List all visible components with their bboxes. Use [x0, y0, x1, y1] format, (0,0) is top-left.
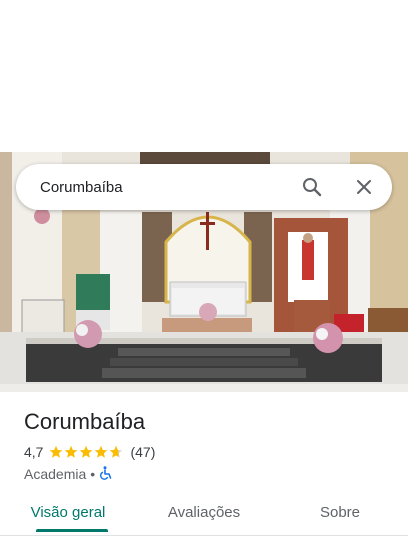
active-tab-indicator — [36, 529, 108, 532]
tab-overview-label: Visão geral — [30, 504, 106, 521]
tab-overview[interactable]: Visão geral — [0, 496, 136, 536]
star-icon — [80, 445, 93, 458]
star-rating — [49, 445, 124, 459]
tab-about-label: Sobre — [319, 504, 361, 521]
map-blank-area — [0, 0, 408, 152]
search-bar[interactable]: Corumbaíba — [16, 164, 392, 210]
star-icon — [110, 445, 123, 458]
star-icon — [50, 445, 63, 458]
place-info: Corumbaíba 4,7 (47) Academia • — [24, 408, 384, 483]
star-icon — [95, 445, 108, 458]
tab-reviews[interactable]: Avaliações — [136, 496, 272, 536]
rating-value: 4,7 — [24, 444, 44, 460]
tab-bar: Visão geral Avaliações Sobre — [0, 496, 408, 536]
star-icon — [65, 445, 78, 458]
rating-row[interactable]: 4,7 (47) — [24, 443, 384, 461]
tab-reviews-label: Avaliações — [167, 504, 241, 521]
place-title: Corumbaíba — [24, 409, 146, 434]
search-icon[interactable] — [300, 175, 324, 199]
review-count[interactable]: (47) — [130, 444, 155, 460]
separator-dot: • — [90, 466, 96, 482]
wheelchair-icon — [99, 465, 113, 483]
close-icon[interactable] — [352, 175, 376, 199]
category-label: Academia — [24, 466, 87, 482]
category-row: Academia • — [24, 465, 384, 483]
tab-about[interactable]: Sobre — [272, 496, 408, 536]
tabs-divider — [0, 535, 408, 536]
search-input[interactable]: Corumbaíba — [40, 179, 300, 196]
